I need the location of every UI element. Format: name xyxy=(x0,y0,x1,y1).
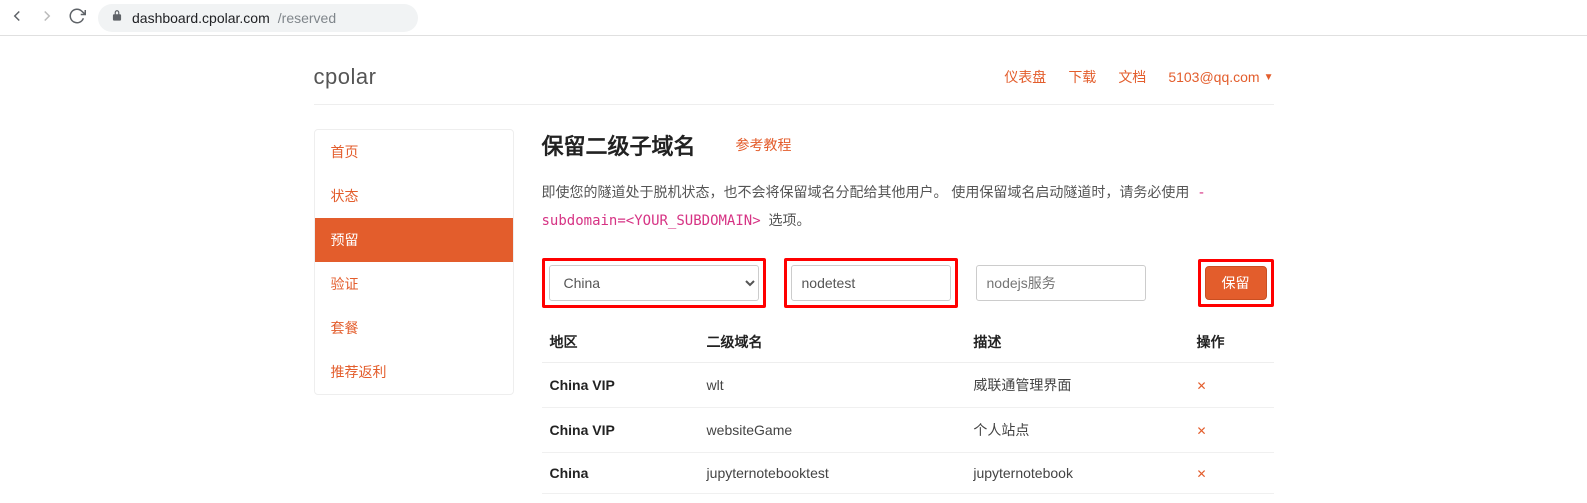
region-select[interactable]: China xyxy=(549,265,759,301)
nav-user-label: 5103@qq.com xyxy=(1168,69,1259,85)
page-title: 保留二级子域名 xyxy=(542,129,696,161)
description: 即使您的隧道处于脱机状态，也不会将保留域名分配给其他用户。 使用保留域名启动隧道… xyxy=(542,179,1274,234)
cell-desc: 威联通管理界面 xyxy=(965,363,1188,408)
cell-region: China VIP xyxy=(542,363,699,408)
top-nav: 仪表盘 下载 文档 5103@qq.com ▼ xyxy=(1004,67,1273,87)
sidebar-item-reserved[interactable]: 预留 xyxy=(315,218,513,262)
sidebar-item-status[interactable]: 状态 xyxy=(315,174,513,218)
cell-region: China xyxy=(542,453,699,494)
caret-down-icon: ▼ xyxy=(1264,72,1274,83)
main-content: 保留二级子域名 参考教程 即使您的隧道处于脱机状态，也不会将保留域名分配给其他用… xyxy=(542,129,1274,494)
forward-icon[interactable] xyxy=(38,7,56,28)
nav-docs[interactable]: 文档 xyxy=(1118,67,1146,87)
nav-download[interactable]: 下载 xyxy=(1068,67,1096,87)
cell-subdomain: wlt xyxy=(699,363,966,408)
address-bar[interactable]: dashboard.cpolar.com/reserved xyxy=(98,4,418,32)
subdomain-input[interactable] xyxy=(791,265,951,301)
nav-dashboard[interactable]: 仪表盘 xyxy=(1004,67,1046,87)
nav-user-menu[interactable]: 5103@qq.com ▼ xyxy=(1168,69,1273,85)
sidebar: 首页 状态 预留 验证 套餐 推荐返利 xyxy=(314,129,514,395)
cell-subdomain: websiteGame xyxy=(699,408,966,453)
reserve-button[interactable]: 保留 xyxy=(1205,266,1267,300)
table-row: China VIP websiteGame 个人站点 ✕ xyxy=(542,408,1274,453)
back-icon[interactable] xyxy=(8,7,26,28)
logo: cpolar xyxy=(314,64,377,90)
th-region: 地区 xyxy=(542,322,699,363)
highlight-region: China xyxy=(542,258,766,308)
tutorial-link[interactable]: 参考教程 xyxy=(736,135,792,155)
sidebar-item-home[interactable]: 首页 xyxy=(315,130,513,174)
cell-subdomain: jupyternotebooktest xyxy=(699,453,966,494)
description-input[interactable] xyxy=(976,265,1146,301)
cell-desc: jupyternotebook xyxy=(965,453,1188,494)
th-desc: 描述 xyxy=(965,322,1188,363)
page-header: cpolar 仪表盘 下载 文档 5103@qq.com ▼ xyxy=(314,64,1274,105)
delete-icon[interactable]: ✕ xyxy=(1197,424,1207,438)
cell-region: China VIP xyxy=(542,408,699,453)
th-action: 操作 xyxy=(1189,322,1274,363)
sidebar-item-auth[interactable]: 验证 xyxy=(315,262,513,306)
cell-desc: 个人站点 xyxy=(965,408,1188,453)
url-host: dashboard.cpolar.com xyxy=(132,10,270,26)
table-row: China jupyternotebooktest jupyternoteboo… xyxy=(542,453,1274,494)
table-row: China VIP wlt 威联通管理界面 ✕ xyxy=(542,363,1274,408)
lock-icon xyxy=(110,9,124,26)
highlight-submit: 保留 xyxy=(1198,259,1274,307)
reserved-table: 地区 二级域名 描述 操作 China VIP wlt 威联通管理界面 ✕ Ch… xyxy=(542,322,1274,494)
th-subdomain: 二级域名 xyxy=(699,322,966,363)
delete-icon[interactable]: ✕ xyxy=(1197,467,1207,481)
reload-icon[interactable] xyxy=(68,7,86,28)
reserve-form: China 保留 xyxy=(542,258,1274,308)
browser-toolbar: dashboard.cpolar.com/reserved xyxy=(0,0,1587,36)
delete-icon[interactable]: ✕ xyxy=(1197,379,1207,393)
desc-text-1: 即使您的隧道处于脱机状态，也不会将保留域名分配给其他用户。 使用保留域名启动隧道… xyxy=(542,184,1194,200)
highlight-name xyxy=(784,258,958,308)
desc-text-2: 选项。 xyxy=(769,212,811,228)
sidebar-item-plan[interactable]: 套餐 xyxy=(315,306,513,350)
url-path: /reserved xyxy=(278,10,336,26)
sidebar-item-referral[interactable]: 推荐返利 xyxy=(315,350,513,394)
